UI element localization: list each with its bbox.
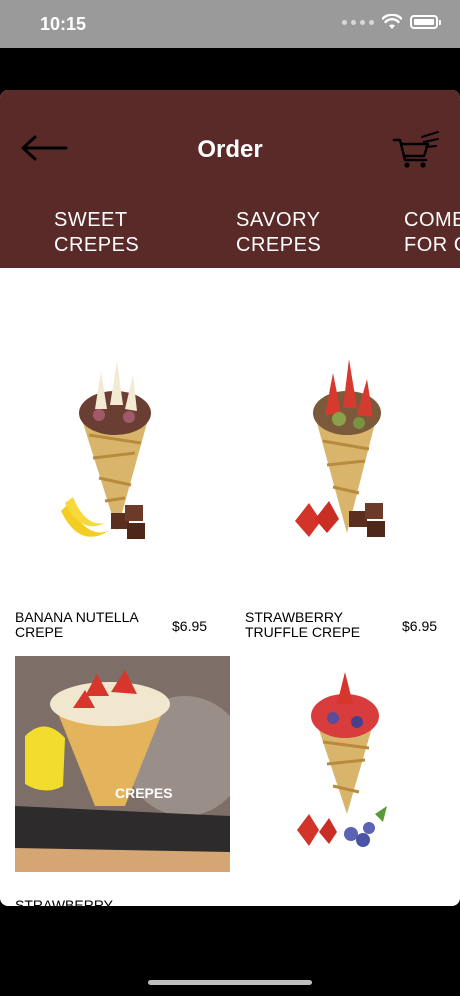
status-icons bbox=[342, 14, 441, 30]
banana-nutella-crepe-illustration bbox=[61, 361, 151, 539]
tab-savory-crepes[interactable]: SAVORY CREPES bbox=[236, 208, 321, 258]
product-grid: BANANA NUTELLA CREPE $6.95 STRAWBERRY TR… bbox=[0, 268, 460, 906]
strawberry-crepe-photo: CREPES bbox=[15, 656, 230, 872]
battery-icon bbox=[410, 15, 441, 29]
cart-icon bbox=[392, 131, 439, 168]
tab-combo[interactable]: COMB FOR C bbox=[404, 208, 460, 258]
berry-crepe-illustration bbox=[297, 672, 387, 847]
tab-sweet-crepes[interactable]: SWEET CREPES bbox=[54, 208, 139, 258]
product-image bbox=[230, 656, 460, 872]
home-indicator[interactable] bbox=[148, 980, 312, 985]
product-price: $6.95 bbox=[402, 618, 438, 634]
strawberry-truffle-crepe-illustration bbox=[295, 359, 385, 537]
photo-sign-text: CREPES bbox=[115, 785, 173, 801]
product-image bbox=[230, 268, 460, 588]
status-time: 10:15 bbox=[40, 14, 87, 34]
product-name: STRAWBERRY bbox=[15, 897, 114, 907]
header: Order SWEET CREPES SAVORY CREPES COMB FO… bbox=[0, 90, 460, 268]
product-photo: CREPES bbox=[15, 656, 230, 872]
wifi-icon bbox=[382, 14, 402, 29]
product-name: BANANA NUTELLA CREPE bbox=[15, 609, 138, 640]
page-title: Order bbox=[197, 136, 263, 163]
status-bar: 10:15 bbox=[0, 0, 460, 48]
cart-button[interactable] bbox=[392, 130, 440, 170]
category-tabs: SWEET CREPES SAVORY CREPES COMB FOR C bbox=[0, 208, 460, 262]
product-price: $6.95 bbox=[172, 618, 208, 634]
product-image bbox=[0, 268, 230, 588]
order-sheet: Order SWEET CREPES SAVORY CREPES COMB FO… bbox=[0, 90, 460, 906]
signal-icon bbox=[342, 19, 374, 25]
product-name: STRAWBERRY TRUFFLE CREPE bbox=[245, 609, 361, 640]
